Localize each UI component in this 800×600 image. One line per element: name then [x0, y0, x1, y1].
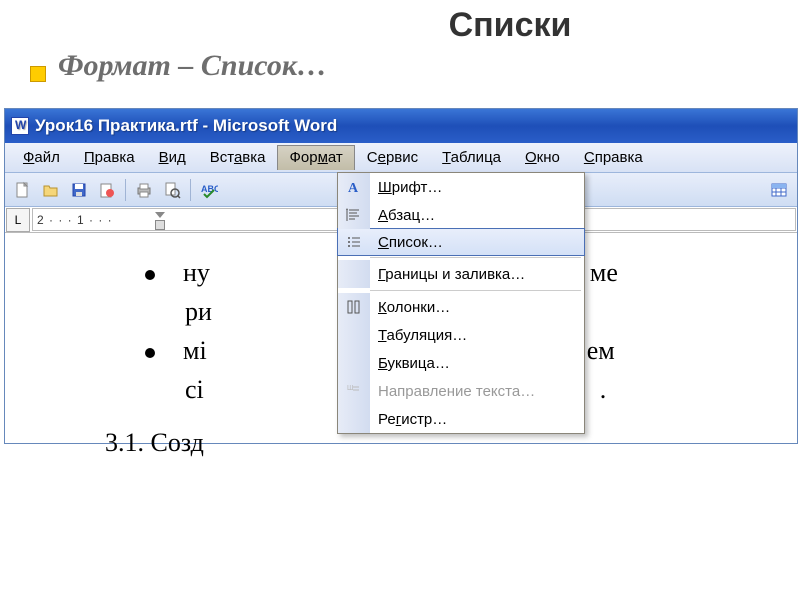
print-preview-button[interactable]	[160, 178, 184, 202]
titlebar: Урок16 Практика.rtf - Microsoft Word	[5, 109, 797, 143]
doc-text: .	[600, 375, 607, 404]
ruler-scale: 2 · · · 1 · · ·	[37, 213, 113, 227]
slide-subtitle: Формат – Список…	[0, 49, 800, 83]
menu-tools[interactable]: Сервис	[355, 145, 430, 170]
menubar: Файл Правка Вид Вставка Формат Сервис Та…	[5, 143, 797, 173]
slide-bullet-icon	[30, 66, 46, 82]
dropdown-item-register[interactable]: Регистр…	[338, 405, 584, 433]
font-icon: A	[338, 173, 370, 201]
svg-text:A: A	[348, 181, 359, 196]
text-direction-icon: Ш	[338, 377, 370, 405]
list-icon	[338, 229, 370, 255]
paragraph-icon	[338, 201, 370, 229]
borders-icon	[338, 260, 370, 288]
svg-text:Ш: Ш	[347, 385, 353, 392]
slide-title: Списки	[0, 0, 800, 49]
menu-insert[interactable]: Вставка	[198, 145, 278, 170]
case-icon	[338, 405, 370, 433]
doc-text: 3.1. Созд	[105, 428, 204, 457]
indent-marker-icon[interactable]	[155, 212, 165, 230]
menu-format[interactable]: Формат	[277, 145, 354, 170]
permission-button[interactable]	[95, 178, 119, 202]
svg-text:ABC: ABC	[201, 184, 218, 194]
format-dropdown: A Шрифт… Абзац… Список… Границы и заливк…	[337, 172, 585, 434]
doc-text: ем	[587, 336, 615, 365]
menu-edit[interactable]: Правка	[72, 145, 147, 170]
word-doc-icon	[11, 117, 29, 135]
tab-selector[interactable]: L	[6, 208, 30, 232]
new-doc-button[interactable]	[11, 178, 35, 202]
menu-help[interactable]: Справка	[572, 145, 655, 170]
dropdown-separator	[370, 290, 581, 291]
dropdown-item-list[interactable]: Список…	[337, 228, 585, 256]
doc-text: сі	[185, 375, 204, 404]
columns-icon	[338, 293, 370, 321]
doc-text: мі	[183, 336, 207, 365]
print-button[interactable]	[132, 178, 156, 202]
spellcheck-button[interactable]: ABC	[197, 178, 221, 202]
dropdown-item-font[interactable]: A Шрифт…	[338, 173, 584, 201]
bullet-icon	[145, 348, 155, 358]
dropcap-icon	[338, 349, 370, 377]
bullet-icon	[145, 270, 155, 280]
toolbar-separator	[125, 179, 126, 201]
menu-view[interactable]: Вид	[147, 145, 198, 170]
menu-window[interactable]: Окно	[513, 145, 572, 170]
dropdown-item-paragraph[interactable]: Абзац…	[338, 201, 584, 229]
toolbar-separator	[190, 179, 191, 201]
menu-table[interactable]: Таблица	[430, 145, 513, 170]
dropdown-item-tabs[interactable]: Табуляция…	[338, 321, 584, 349]
dropdown-separator	[370, 257, 581, 258]
dropdown-item-borders[interactable]: Границы и заливка…	[338, 260, 584, 288]
dropdown-item-dropcap[interactable]: Буквица…	[338, 349, 584, 377]
doc-text: ну	[183, 258, 210, 287]
menu-file[interactable]: Файл	[11, 145, 72, 170]
open-button[interactable]	[39, 178, 63, 202]
tabs-icon	[338, 321, 370, 349]
doc-text: ме	[590, 258, 618, 287]
doc-text: ри	[185, 297, 212, 326]
dropdown-item-columns[interactable]: Колонки…	[338, 293, 584, 321]
save-button[interactable]	[67, 178, 91, 202]
table-insert-button[interactable]	[767, 178, 791, 202]
window-title: Урок16 Практика.rtf - Microsoft Word	[35, 116, 337, 136]
dropdown-item-textdir[interactable]: Ш Направление текста…	[338, 377, 584, 405]
